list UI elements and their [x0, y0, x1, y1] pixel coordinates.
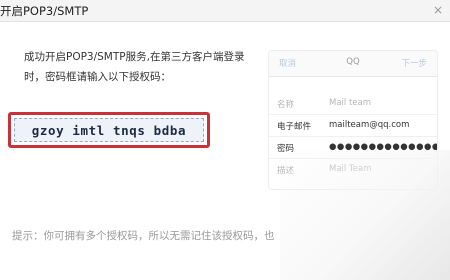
close-icon[interactable]: × [430, 2, 446, 18]
dialog-titlebar: 开启POP3/SMTP × [0, 0, 450, 22]
form-value-name[interactable]: Mail team [329, 98, 371, 108]
form-row-name: 名称 Mail team [269, 93, 437, 115]
form-label-email: 电子邮件 [277, 122, 312, 132]
form-value-password[interactable]: ●●●●●●●●●●●●●●●● [329, 142, 437, 152]
form-label-password: 密码 [277, 144, 295, 154]
client-next-button[interactable]: 下一步 [401, 57, 427, 69]
client-preview-panel: 取消 QQ 下一步 名称 Mail team 电子邮件 mailteam@qq.… [268, 50, 438, 190]
form-row-password: 密码 ●●●●●●●●●●●●●●●● [269, 137, 437, 159]
client-preview-header: 取消 QQ 下一步 [269, 51, 437, 77]
form-row-description: 描述 Mail Team [269, 159, 437, 181]
dialog-title: 开启POP3/SMTP [0, 4, 89, 18]
auth-code-text: gzoy imtl tnqs bdba [31, 122, 187, 138]
form-row-email: 电子邮件 mailteam@qq.com [269, 115, 437, 137]
form-value-description[interactable]: Mail Team [329, 164, 371, 174]
dialog-description: 成功开启POP3/SMTP服务,在第三方客户端登录时，密码框请输入以下授权码： [24, 51, 245, 83]
dialog-hint: 提示：你可拥有多个授权码，所以无需记住该授权码，也 [12, 230, 275, 242]
form-value-email[interactable]: mailteam@qq.com [329, 120, 409, 130]
auth-code-field[interactable]: gzoy imtl tnqs bdba [14, 118, 204, 142]
form-label-description: 描述 [277, 166, 295, 176]
pop3-smtp-dialog: 开启POP3/SMTP × 成功开启POP3/SMTP服务,在第三方客户端登录时… [0, 0, 450, 280]
auth-code-highlight: gzoy imtl tnqs bdba [8, 112, 210, 148]
form-label-name: 名称 [277, 100, 295, 110]
